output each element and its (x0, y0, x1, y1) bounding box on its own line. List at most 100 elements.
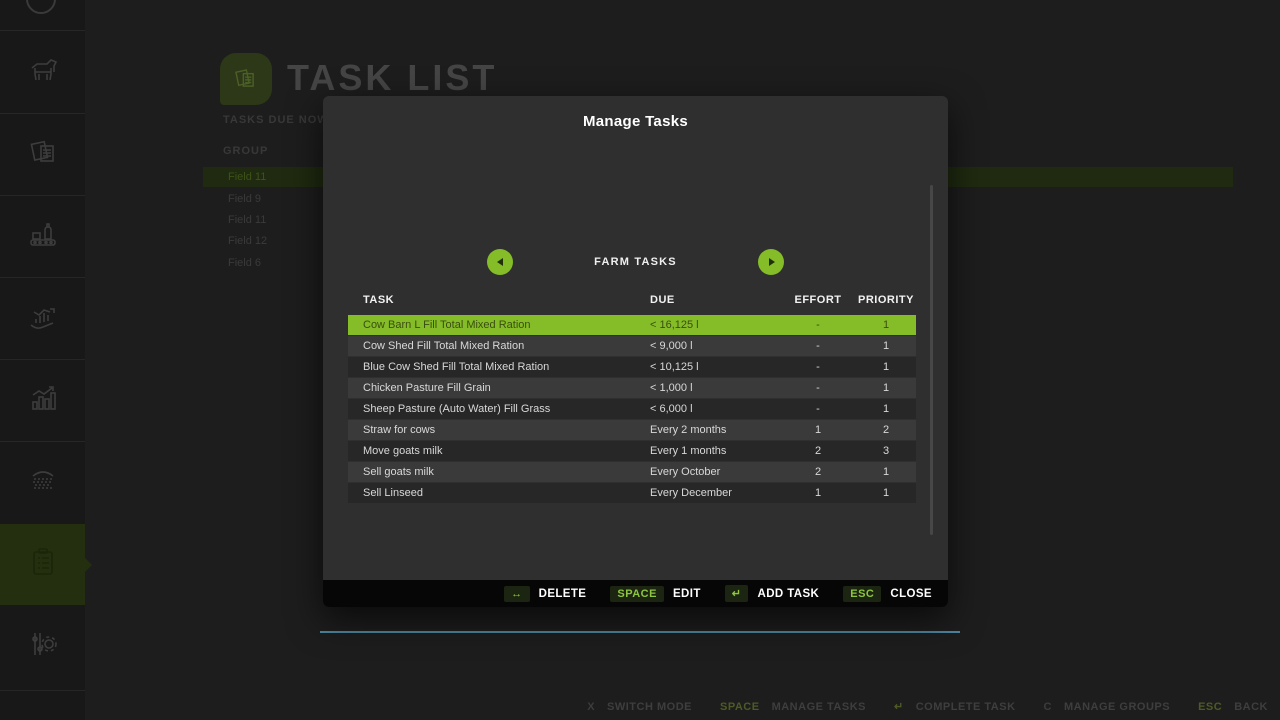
task-cell: Chicken Pasture Fill Grain (348, 382, 650, 394)
finance-hand-icon (25, 298, 61, 339)
emblem-icon (25, 462, 61, 503)
space-key: SPACE (610, 586, 664, 602)
sidebar-item-finances[interactable] (0, 278, 85, 359)
sidebar-item-mods[interactable] (0, 442, 85, 523)
priority-cell: 1 (856, 361, 916, 373)
task-cell: Sheep Pasture (Auto Water) Fill Grass (348, 403, 650, 415)
add-task-button[interactable]: ↵ ADD TASK (725, 585, 819, 602)
hint-back: ESC BACK (1198, 701, 1268, 713)
page-title: TASK LIST (287, 57, 497, 99)
hint-manage-tasks: SPACE MANAGE TASKS (720, 701, 866, 713)
chevron-right-icon (769, 258, 775, 266)
next-category-button[interactable] (758, 249, 784, 275)
category-label: FARM TASKS (594, 256, 677, 268)
action-label: CLOSE (890, 588, 932, 600)
effort-cell: 1 (780, 424, 856, 436)
task-cell: Cow Shed Fill Total Mixed Ration (348, 340, 650, 352)
due-cell: Every 1 months (650, 445, 780, 457)
group-item[interactable]: Field 6 (228, 257, 261, 269)
table-row[interactable]: Sheep Pasture (Auto Water) Fill Grass < … (348, 399, 916, 419)
hint-label: MANAGE GROUPS (1064, 701, 1170, 713)
blue-separator-line (320, 631, 960, 633)
sidebar-item-production[interactable] (0, 196, 85, 277)
table-row[interactable]: Sell Linseed Every December 1 1 (348, 483, 916, 503)
sidebar-item-contracts[interactable] (0, 114, 85, 195)
close-button[interactable]: ESC CLOSE (843, 586, 932, 602)
hint-switch-mode: X SWITCH MODE (587, 701, 692, 713)
table-row[interactable]: Blue Cow Shed Fill Total Mixed Ration < … (348, 357, 916, 377)
table-row[interactable]: Move goats milk Every 1 months 2 3 (348, 441, 916, 461)
sidebar-item-animals[interactable] (0, 32, 85, 113)
priority-cell: 2 (856, 424, 916, 436)
priority-cell: 3 (856, 445, 916, 457)
due-cell: < 6,000 l (650, 403, 780, 415)
effort-cell: - (780, 361, 856, 373)
key-esc: ESC (1198, 701, 1222, 713)
clock-icon (26, 0, 56, 14)
footer-hint-bar: X SWITCH MODE SPACE MANAGE TASKS ↵ COMPL… (587, 700, 1268, 713)
cow-icon (25, 52, 61, 93)
table-row[interactable]: Cow Barn L Fill Total Mixed Ration < 16,… (348, 315, 916, 335)
edit-button[interactable]: SPACE EDIT (610, 586, 700, 602)
sidebar-item-statistics[interactable] (0, 360, 85, 441)
priority-cell: 1 (856, 382, 916, 394)
documents-icon (25, 134, 61, 175)
enter-key-icon: ↵ (725, 585, 749, 602)
table-row[interactable]: Cow Shed Fill Total Mixed Ration < 9,000… (348, 336, 916, 356)
col-header-effort: EFFORT (780, 294, 856, 306)
table-body: Cow Barn L Fill Total Mixed Ration < 16,… (348, 315, 916, 503)
priority-cell: 1 (856, 403, 916, 415)
tasks-due-now-label: TASKS DUE NOW (223, 114, 329, 126)
sidebar-item-settings[interactable] (0, 606, 85, 687)
category-switcher: FARM TASKS (323, 249, 948, 275)
task-cell: Straw for cows (348, 424, 650, 436)
group-item[interactable]: Field 9 (228, 193, 261, 205)
table-row[interactable]: Chicken Pasture Fill Grain < 1,000 l - 1 (348, 378, 916, 398)
action-label: DELETE (539, 588, 587, 600)
table-header-row: TASK DUE EFFORT PRIORITY (348, 289, 916, 311)
bar-chart-icon (25, 380, 61, 421)
due-cell: < 16,125 l (650, 319, 780, 331)
due-cell: < 9,000 l (650, 340, 780, 352)
chevron-left-icon (497, 258, 503, 266)
sidebar (0, 0, 85, 720)
key-enter: ↵ (894, 700, 904, 713)
hint-label: COMPLETE TASK (916, 701, 1016, 713)
dialog-title: Manage Tasks (323, 96, 948, 130)
effort-cell: - (780, 340, 856, 352)
task-table: TASK DUE EFFORT PRIORITY Cow Barn L Fill… (348, 289, 916, 504)
priority-cell: 1 (856, 319, 916, 331)
col-header-due: DUE (650, 294, 780, 306)
effort-cell: 1 (780, 487, 856, 499)
priority-cell: 1 (856, 340, 916, 352)
col-header-priority: PRIORITY (856, 294, 916, 306)
action-label: EDIT (673, 588, 701, 600)
table-row[interactable]: Straw for cows Every 2 months 1 2 (348, 420, 916, 440)
action-label: ADD TASK (757, 588, 819, 600)
divider (0, 30, 85, 31)
delete-key-icon: ↔ (504, 586, 530, 602)
group-item[interactable]: Field 12 (228, 235, 267, 247)
sliders-gear-icon (25, 626, 61, 667)
sidebar-item-task-list[interactable] (0, 524, 85, 605)
production-icon (25, 216, 61, 257)
task-cell: Sell Linseed (348, 487, 650, 499)
task-cell: Sell goats milk (348, 466, 650, 478)
hint-label: MANAGE TASKS (772, 701, 866, 713)
effort-cell: 2 (780, 466, 856, 478)
due-cell: Every October (650, 466, 780, 478)
due-cell: < 1,000 l (650, 382, 780, 394)
delete-button[interactable]: ↔ DELETE (504, 586, 586, 602)
key-c: C (1044, 701, 1052, 713)
table-row[interactable]: Sell goats milk Every October 2 1 (348, 462, 916, 482)
hint-label: BACK (1234, 701, 1268, 713)
task-cell: Cow Barn L Fill Total Mixed Ration (348, 319, 650, 331)
task-cell: Blue Cow Shed Fill Total Mixed Ration (348, 361, 650, 373)
group-label: GROUP (223, 145, 268, 157)
prev-category-button[interactable] (487, 249, 513, 275)
group-item[interactable]: Field 11 (228, 214, 266, 226)
table-scrollbar[interactable] (930, 185, 933, 535)
due-cell: Every December (650, 487, 780, 499)
dialog-action-bar: ↔ DELETE SPACE EDIT ↵ ADD TASK ESC CLOSE (323, 580, 948, 607)
hint-manage-groups: C MANAGE GROUPS (1044, 701, 1171, 713)
